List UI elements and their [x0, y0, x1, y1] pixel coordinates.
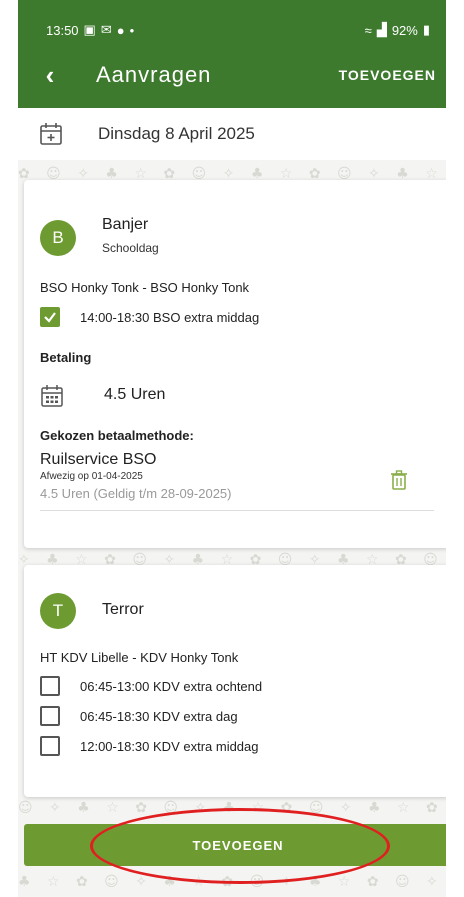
child-card-banjer: B Banjer Schooldag BSO Honky Tonk - BSO …: [24, 180, 446, 548]
page-title: Aanvragen: [96, 62, 212, 87]
option-row[interactable]: 14:00-18:30 BSO extra middag: [40, 306, 259, 328]
location-label: BSO Honky Tonk - BSO Honky Tonk: [40, 280, 250, 295]
check-icon: [44, 312, 56, 323]
option-row[interactable]: 06:45-18:30 KDV extra dag: [40, 705, 238, 727]
add-request-button[interactable]: TOEVOEGEN: [24, 824, 446, 866]
option-label: 14:00-18:30 BSO extra middag: [80, 309, 260, 325]
payment-heading: Betaling: [40, 350, 92, 365]
option-label: 12:00-18:30 KDV extra middag: [80, 738, 259, 754]
selected-date: Dinsdag 8 April 2025: [98, 124, 255, 143]
more-notifications-icon: •: [129, 22, 135, 38]
signal-icon: ▟: [376, 22, 387, 37]
checkbox-unchecked[interactable]: [40, 676, 60, 696]
payment-method-name: Ruilservice BSO: [40, 451, 157, 468]
option-row[interactable]: 06:45-13:00 KDV extra ochtend: [40, 675, 262, 697]
wifi-icon: ≈: [364, 22, 372, 38]
status-bar: 13:50 ▣ ✉ ● • ≈ ▟ 92% ▮: [46, 20, 430, 40]
avatar: B: [40, 220, 76, 256]
app-header: 13:50 ▣ ✉ ● • ≈ ▟ 92% ▮ ‹ Aanvragen TOEV…: [18, 0, 446, 108]
status-time: 13:50: [46, 22, 79, 38]
date-selector[interactable]: Dinsdag 8 April 2025: [18, 108, 446, 160]
checkbox-checked[interactable]: [40, 307, 60, 327]
back-arrow-icon[interactable]: ‹: [22, 55, 78, 95]
child-day-type: Schooldag: [102, 241, 159, 255]
option-label: 06:45-13:00 KDV extra ochtend: [80, 678, 263, 694]
option-row[interactable]: 12:00-18:30 KDV extra middag: [40, 735, 259, 757]
child-name: Banjer: [102, 216, 149, 233]
app-notification-icon: ●: [116, 22, 125, 38]
battery-icon: ▮: [422, 22, 430, 37]
checkbox-unchecked[interactable]: [40, 706, 60, 726]
child-name: Terror: [102, 601, 144, 618]
payment-method-absent: Afwezig op 01-04-2025: [40, 471, 143, 482]
payment-hours: 4.5 Uren: [104, 386, 166, 403]
battery-level: 92%: [391, 22, 418, 38]
calendar-grid-icon: [41, 385, 63, 407]
toolbar: ‹ Aanvragen TOEVOEGEN: [18, 55, 446, 95]
checkbox-unchecked[interactable]: [40, 736, 60, 756]
toolbar-add-button[interactable]: TOEVOEGEN: [335, 59, 440, 91]
app-screen: ✿ ☺ ✧ ♣ ☆ ✿ ☺ ✧ ♣ ☆ ✿ ☺ ✧ ♣ ☆ ✿ ☺ ✧ ✧ ♣ …: [18, 0, 446, 897]
background-pattern: ♣ ☆ ✿ ☺ ✧ ♣ ☆ ✿ ☺ ✧ ♣ ☆ ✿ ☺ ✧ ♣ ☆ ✿: [18, 874, 446, 890]
option-label: 06:45-18:30 KDV extra dag: [80, 708, 238, 724]
child-card-terror: T Terror HT KDV Libelle - KDV Honky Tonk…: [24, 565, 446, 797]
background-pattern: ☺ ✧ ♣ ☆ ✿ ☺ ✧ ♣ ☆ ✿ ☺ ✧ ♣ ☆ ✿ ☺ ✧ ♣: [18, 800, 446, 816]
avatar: T: [40, 593, 76, 629]
calendar-add-icon: [40, 123, 62, 145]
payment-method-validity: 4.5 Uren (Geldig t/m 28-09-2025): [40, 486, 232, 501]
mail-notification-icon: ✉: [100, 22, 112, 37]
gallery-notification-icon: ▣: [83, 22, 96, 37]
divider: [40, 510, 434, 511]
location-label: HT KDV Libelle - KDV Honky Tonk: [40, 650, 239, 665]
trash-icon[interactable]: [390, 470, 408, 490]
payment-method-heading: Gekozen betaalmethode:: [40, 428, 194, 443]
